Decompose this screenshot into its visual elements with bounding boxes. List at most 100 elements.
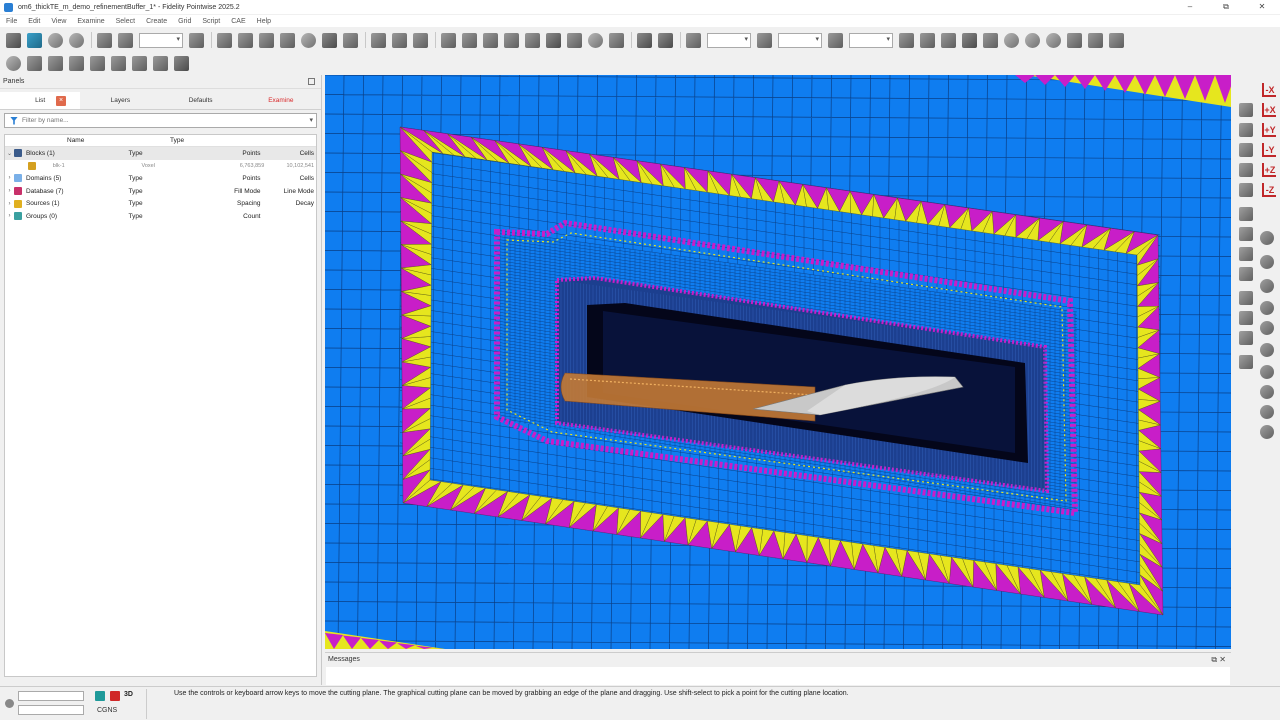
- spacing-combo[interactable]: [707, 32, 751, 48]
- block-2-icon[interactable]: [567, 32, 582, 48]
- view-axis-button[interactable]: +Z: [1262, 163, 1276, 177]
- chevron-down-icon[interactable]: ▾: [309, 116, 313, 124]
- red-cube-icon[interactable]: [110, 691, 120, 701]
- mesh-display[interactable]: [325, 75, 1231, 649]
- view-axis-button[interactable]: -Z: [1262, 183, 1276, 197]
- cube-icon[interactable]: [27, 55, 42, 71]
- visibility-icon[interactable]: [1260, 405, 1274, 419]
- messages-controls[interactable]: ⧉ ✕: [1211, 653, 1226, 667]
- refresh-icon[interactable]: [1239, 355, 1253, 369]
- menu-help[interactable]: Help: [257, 18, 271, 25]
- restore-button[interactable]: ⧉: [1208, 0, 1244, 14]
- grid-2-icon[interactable]: [658, 32, 673, 48]
- open-icon[interactable]: [27, 32, 42, 48]
- view-axis-button[interactable]: +X: [1262, 103, 1276, 117]
- angle-combo[interactable]: [778, 32, 822, 48]
- warning-icon[interactable]: [1067, 32, 1082, 48]
- tab-layers[interactable]: Layers: [80, 92, 160, 109]
- grid-icon[interactable]: [637, 32, 652, 48]
- globe-icon[interactable]: [588, 32, 603, 48]
- link-icon[interactable]: [1239, 227, 1253, 241]
- wrench-icon[interactable]: [983, 32, 998, 48]
- size-combo[interactable]: [849, 32, 893, 48]
- bounds-icon[interactable]: [174, 55, 189, 71]
- info-2-icon[interactable]: [1025, 32, 1040, 48]
- hide-icon[interactable]: [90, 55, 105, 71]
- save-view-icon[interactable]: [1239, 291, 1253, 305]
- wire-icon[interactable]: [69, 55, 84, 71]
- redo-icon[interactable]: [69, 32, 84, 48]
- selection-combo[interactable]: [139, 32, 183, 48]
- mode-3d-label[interactable]: 3D: [124, 691, 133, 698]
- diamond-2-icon[interactable]: [504, 32, 519, 48]
- zoom-icon[interactable]: [1239, 143, 1253, 157]
- visibility-icon[interactable]: [1260, 255, 1274, 269]
- help-icon[interactable]: [1046, 32, 1061, 48]
- show-icon[interactable]: [111, 55, 126, 71]
- tree-row[interactable]: › Sources (1) Type Spacing Decay: [5, 197, 316, 210]
- diamond-icon[interactable]: [1239, 247, 1253, 261]
- graphics-viewport[interactable]: [325, 75, 1231, 649]
- tree-row[interactable]: ⌄ Blocks (1) Type Points Cells: [5, 147, 316, 160]
- view-axis-button[interactable]: -Y: [1262, 143, 1276, 157]
- visibility-icon[interactable]: [1260, 321, 1274, 335]
- tab-examine[interactable]: Examine: [241, 92, 321, 109]
- undo-icon[interactable]: [48, 32, 63, 48]
- sphere-icon[interactable]: [301, 32, 316, 48]
- tree-child-row[interactable]: blk-1 Voxel 6,763,859 10,102,541: [5, 160, 316, 173]
- visibility-icon[interactable]: [1260, 425, 1274, 439]
- transform-icon[interactable]: [343, 32, 358, 48]
- spline-icon[interactable]: [413, 32, 428, 48]
- solver-label[interactable]: CGNS: [97, 707, 117, 714]
- flag-icon[interactable]: [1088, 32, 1103, 48]
- tab-list[interactable]: List ×: [0, 92, 81, 109]
- node-icon[interactable]: [1239, 207, 1253, 221]
- tree-row[interactable]: › Domains (5) Type Points Cells: [5, 172, 316, 185]
- chevron-right-icon[interactable]: ›: [5, 201, 14, 207]
- menu-edit[interactable]: Edit: [28, 18, 40, 25]
- diamond-icon[interactable]: [483, 32, 498, 48]
- shade-icon[interactable]: [48, 55, 63, 71]
- box-icon[interactable]: [238, 32, 253, 48]
- column-name[interactable]: Name: [67, 137, 170, 144]
- domain-icon[interactable]: [441, 32, 456, 48]
- lines-icon[interactable]: [153, 55, 168, 71]
- ortho-icon[interactable]: [1239, 103, 1253, 117]
- save-icon[interactable]: [6, 32, 21, 48]
- menu-cae[interactable]: CAE: [231, 18, 245, 25]
- visibility-icon[interactable]: [1260, 301, 1274, 315]
- menu-script[interactable]: Script: [202, 18, 220, 25]
- close-icon[interactable]: ×: [56, 96, 66, 106]
- menu-select[interactable]: Select: [116, 18, 135, 25]
- menu-view[interactable]: View: [51, 18, 66, 25]
- wand-icon[interactable]: [118, 32, 133, 48]
- restore-view-icon[interactable]: [1239, 311, 1253, 325]
- minimize-button[interactable]: –: [1172, 0, 1208, 14]
- column-type[interactable]: Type: [170, 137, 250, 144]
- extrude-icon[interactable]: [462, 32, 477, 48]
- line-icon[interactable]: [371, 32, 386, 48]
- pan-icon[interactable]: [1239, 163, 1253, 177]
- layer-icon[interactable]: [1239, 267, 1253, 281]
- visibility-icon[interactable]: [1260, 365, 1274, 379]
- chevron-down-icon[interactable]: ⌄: [5, 150, 14, 157]
- chevron-right-icon[interactable]: ›: [5, 213, 14, 219]
- view-axis-button[interactable]: -X: [1262, 83, 1276, 97]
- arc-icon[interactable]: [392, 32, 407, 48]
- edit-icon[interactable]: [525, 32, 540, 48]
- block-icon[interactable]: [546, 32, 561, 48]
- shield-icon[interactable]: [6, 55, 21, 71]
- sum-icon[interactable]: [962, 32, 977, 48]
- connect-icon[interactable]: [920, 32, 935, 48]
- float-icon[interactable]: [308, 78, 315, 85]
- menu-file[interactable]: File: [6, 18, 17, 25]
- solve-icon[interactable]: [609, 32, 624, 48]
- mask-icon[interactable]: [189, 32, 204, 48]
- teal-cube-icon[interactable]: [95, 691, 105, 701]
- visibility-icon[interactable]: [1260, 279, 1274, 293]
- select-icon[interactable]: [97, 32, 112, 48]
- curve-icon[interactable]: [280, 32, 295, 48]
- outline-icon[interactable]: [132, 55, 147, 71]
- tab-defaults[interactable]: Defaults: [161, 92, 241, 109]
- layout-icon[interactable]: [1109, 32, 1124, 48]
